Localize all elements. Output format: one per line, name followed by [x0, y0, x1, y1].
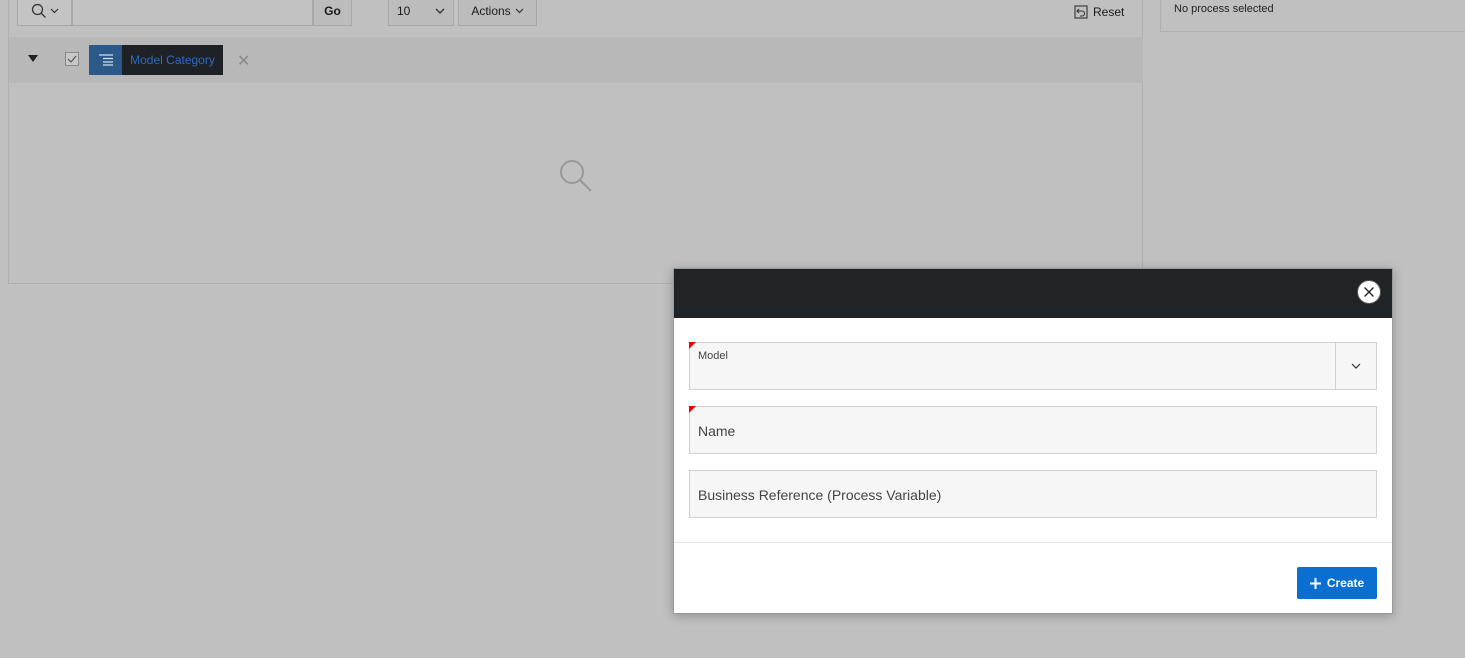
filter-chip-model-category[interactable]: Model Category — [122, 45, 223, 75]
actions-label: Actions — [471, 4, 511, 18]
check-icon — [67, 55, 77, 63]
filter-type-icon — [89, 45, 122, 75]
business-reference-label: Business Reference (Process Variable) — [698, 487, 942, 503]
collapse-toggle-icon[interactable] — [28, 55, 38, 62]
reset-icon — [1074, 5, 1088, 19]
search-icon — [31, 3, 46, 18]
chevron-down-icon — [435, 8, 445, 14]
chevron-down-icon — [515, 8, 524, 14]
business-reference-input[interactable]: Business Reference (Process Variable) — [689, 470, 1377, 518]
filter-enable-checkbox[interactable] — [65, 52, 79, 66]
no-process-text: No process selected — [1174, 3, 1274, 15]
rows-per-page-value: 10 — [397, 4, 411, 18]
list-filter-icon — [98, 54, 113, 66]
create-label: Create — [1326, 576, 1365, 590]
dialog-footer: Create — [674, 542, 1392, 615]
go-button[interactable]: Go — [313, 0, 352, 26]
chevron-down-icon — [1351, 363, 1361, 369]
model-label: Model — [698, 350, 728, 362]
model-select-field[interactable]: Model — [689, 342, 1377, 390]
filter-row: Model Category ✕ — [9, 37, 1143, 192]
report-toolbar: Go 10 Actions Reset — [8, 0, 1143, 28]
chevron-down-icon — [50, 8, 58, 14]
no-data-search-icon — [560, 160, 592, 192]
search-input[interactable] — [72, 0, 313, 26]
close-dialog-button[interactable] — [1357, 280, 1381, 304]
process-detail-panel: No process selected — [1160, 0, 1465, 32]
search-column-selector[interactable] — [17, 0, 72, 26]
create-instance-dialog: Model Name Business Reference (Process V… — [673, 268, 1393, 614]
plus-icon — [1309, 577, 1321, 589]
remove-filter-icon[interactable]: ✕ — [237, 51, 250, 71]
close-icon — [1364, 287, 1374, 297]
actions-menu-button[interactable]: Actions — [458, 0, 537, 26]
create-button[interactable]: Create — [1297, 567, 1377, 599]
rows-per-page-select[interactable]: 10 — [388, 0, 454, 26]
name-input[interactable]: Name — [689, 406, 1377, 454]
reset-label: Reset — [1093, 5, 1125, 19]
name-label: Name — [698, 423, 736, 439]
reset-button[interactable]: Reset — [1074, 0, 1124, 24]
required-marker — [689, 406, 696, 413]
required-marker — [689, 342, 696, 349]
dialog-header — [674, 269, 1392, 318]
model-dropdown-button[interactable] — [1335, 343, 1376, 389]
